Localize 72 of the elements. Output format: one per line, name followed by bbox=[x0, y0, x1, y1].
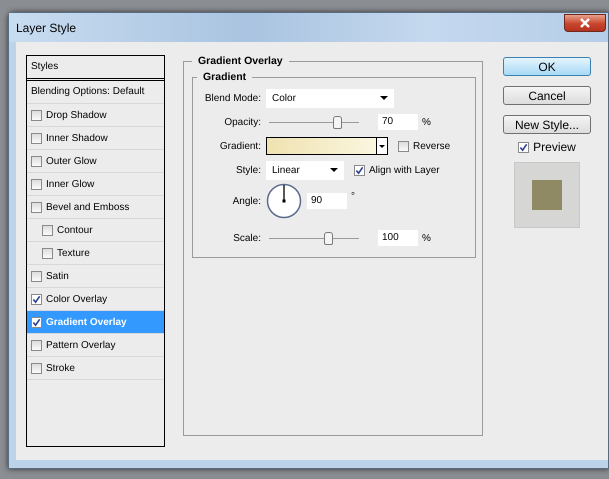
checkbox[interactable] bbox=[31, 178, 42, 190]
dropdown[interactable]: Color bbox=[266, 88, 394, 108]
dropdown[interactable]: Linear bbox=[266, 160, 344, 180]
field-label: Blend Mode: bbox=[204, 92, 262, 104]
list-item[interactable]: Texture bbox=[27, 242, 164, 265]
checkbox[interactable] bbox=[31, 202, 42, 212]
caret-icon bbox=[330, 168, 338, 172]
slider-thumb[interactable] bbox=[333, 116, 342, 128]
field-label: Angle: bbox=[232, 196, 262, 206]
preview-swatch bbox=[532, 180, 562, 210]
slider-thumb[interactable] bbox=[324, 232, 334, 244]
close-button[interactable] bbox=[564, 14, 606, 32]
scale-field[interactable]: 100 bbox=[378, 230, 418, 246]
field-label: Gradient: bbox=[218, 140, 262, 152]
list-item[interactable]: Contour bbox=[27, 219, 164, 242]
checkbox[interactable] bbox=[31, 340, 42, 350]
angle-dial[interactable] bbox=[266, 183, 302, 219]
checkbox[interactable] bbox=[354, 164, 365, 176]
list-header[interactable]: Styles bbox=[27, 56, 164, 81]
unit-label: % bbox=[421, 232, 431, 244]
list-item[interactable]: Outer Glow bbox=[27, 150, 164, 173]
list-item[interactable]: Inner Glow bbox=[27, 173, 164, 196]
item-label: Texture bbox=[57, 248, 90, 258]
list-item[interactable]: Satin bbox=[27, 265, 164, 288]
checkbox[interactable] bbox=[31, 270, 42, 282]
checkbox-label: Reverse bbox=[413, 140, 450, 152]
list-item[interactable]: Pattern Overlay bbox=[27, 334, 164, 357]
dialog-button[interactable]: New Style... bbox=[503, 115, 591, 134]
item-label: Contour bbox=[57, 224, 93, 236]
window-title: Layer Style bbox=[15, 20, 76, 34]
field-label: Scale: bbox=[232, 232, 262, 244]
unit-label: % bbox=[421, 116, 431, 128]
gradient-picker[interactable] bbox=[266, 137, 388, 155]
list-item[interactable]: Stroke bbox=[27, 357, 164, 380]
checkbox-label: Align with Layer bbox=[369, 164, 440, 176]
checkbox[interactable] bbox=[42, 248, 53, 258]
checkbox[interactable] bbox=[31, 156, 42, 166]
checkbox[interactable] bbox=[31, 316, 42, 328]
list-item[interactable]: Inner Shadow bbox=[27, 127, 164, 150]
section-title: Gradient Overlay bbox=[197, 55, 284, 67]
checkbox[interactable] bbox=[42, 224, 53, 236]
checkbox-label: Preview bbox=[533, 140, 576, 154]
close-icon bbox=[579, 18, 591, 28]
checkbox[interactable] bbox=[518, 142, 530, 152]
field-label: Opacity: bbox=[223, 116, 262, 128]
item-label: Gradient Overlay bbox=[46, 316, 127, 328]
caret-icon bbox=[376, 138, 387, 154]
angle-field[interactable]: 90 bbox=[307, 193, 347, 209]
item-label: Drop Shadow bbox=[46, 110, 107, 120]
checkbox[interactable] bbox=[31, 294, 42, 304]
checkbox[interactable] bbox=[31, 132, 42, 144]
field-label: Style: bbox=[234, 164, 262, 176]
caret-icon bbox=[380, 96, 388, 100]
dialog-button[interactable]: Cancel bbox=[503, 86, 591, 105]
item-label: Satin bbox=[46, 270, 69, 282]
list-item[interactable]: Bevel and Emboss bbox=[27, 196, 164, 219]
item-label: Stroke bbox=[46, 362, 75, 374]
checkbox[interactable] bbox=[398, 140, 409, 152]
item-label: Inner Shadow bbox=[46, 132, 108, 144]
opacity-field[interactable]: 70 bbox=[378, 114, 418, 130]
group-title: Gradient bbox=[202, 71, 248, 83]
list-item[interactable]: Drop Shadow bbox=[27, 104, 164, 127]
item-label: Outer Glow bbox=[46, 156, 97, 166]
dialog-button[interactable]: OK bbox=[503, 57, 591, 76]
checkbox[interactable] bbox=[31, 110, 42, 120]
list-item[interactable]: Blending Options: Default bbox=[27, 81, 164, 104]
item-label: Bevel and Emboss bbox=[46, 202, 130, 212]
checkbox[interactable] bbox=[31, 362, 42, 374]
unit-label: ° bbox=[350, 190, 355, 202]
item-label: Inner Glow bbox=[46, 178, 94, 190]
item-label: Pattern Overlay bbox=[46, 340, 116, 350]
item-label: Color Overlay bbox=[46, 294, 108, 304]
